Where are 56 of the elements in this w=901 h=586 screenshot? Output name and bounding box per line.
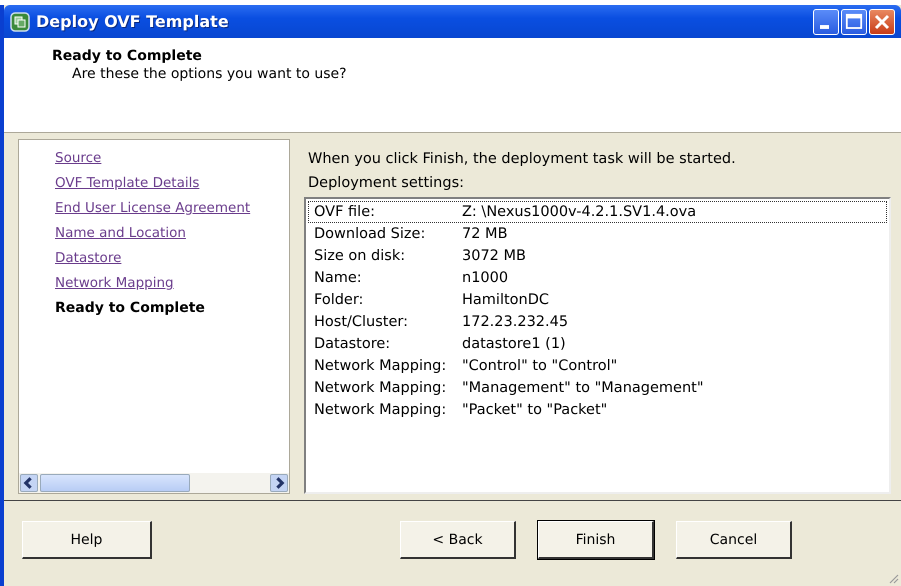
setting-label: Network Mapping: xyxy=(314,380,448,396)
settings-row[interactable]: Host/Cluster: 172.23.232.45 xyxy=(308,311,887,333)
setting-value: 72 MB xyxy=(462,226,508,242)
back-button[interactable]: < Back xyxy=(400,521,516,559)
setting-value: "Management" to "Management" xyxy=(462,380,704,396)
step-link[interactable]: End User License Agreement xyxy=(55,196,289,221)
setting-value: 3072 MB xyxy=(462,248,526,264)
minimize-button[interactable] xyxy=(813,8,839,34)
setting-label: Datastore: xyxy=(314,336,392,352)
settings-row[interactable]: Download Size: 72 MB xyxy=(308,223,887,245)
scroll-right-button[interactable] xyxy=(270,474,288,492)
step-link[interactable]: Datastore xyxy=(55,246,289,271)
setting-label: Download Size: xyxy=(314,226,426,242)
scroll-thumb[interactable] xyxy=(40,474,190,492)
info-text: When you click Finish, the deployment task will be started. xyxy=(308,151,737,167)
settings-row[interactable]: Folder: HamiltonDC xyxy=(308,289,887,311)
current-step: Ready to Complete xyxy=(55,296,289,321)
settings-row[interactable]: Name: n1000 xyxy=(308,267,887,289)
setting-value: 172.23.232.45 xyxy=(462,314,568,330)
setting-value: HamiltonDC xyxy=(462,292,550,308)
finish-button[interactable]: Finish xyxy=(538,521,654,559)
settings-row[interactable]: Network Mapping: "Management" to "Management" xyxy=(308,377,887,399)
setting-value: datastore1 (1) xyxy=(462,336,566,352)
setting-label: OVF file: xyxy=(314,204,376,220)
help-button[interactable]: Help xyxy=(22,521,152,559)
step-link[interactable]: Name and Location xyxy=(55,221,289,246)
step-link[interactable]: Source xyxy=(55,146,289,171)
app-icon xyxy=(10,12,30,32)
settings-row[interactable]: Network Mapping: "Control" to "Control" xyxy=(308,355,887,377)
setting-value: n1000 xyxy=(462,270,508,286)
setting-label: Folder: xyxy=(314,292,364,308)
setting-value: "Control" to "Control" xyxy=(462,358,618,374)
setting-label: Network Mapping: xyxy=(314,358,448,374)
setting-value: "Packet" to "Packet" xyxy=(462,402,608,418)
horizontal-scrollbar[interactable] xyxy=(19,473,289,493)
minimize-icon xyxy=(820,24,829,28)
settings-row[interactable]: Datastore: datastore1 (1) xyxy=(308,333,887,355)
setting-label: Network Mapping: xyxy=(314,402,448,418)
page-subtitle: Are these the options you want to use? xyxy=(71,66,348,82)
cancel-button[interactable]: Cancel xyxy=(676,521,792,559)
settings-label: Deployment settings: xyxy=(308,175,466,191)
scroll-left-button[interactable] xyxy=(20,474,38,492)
step-link[interactable]: OVF Template Details xyxy=(55,171,289,196)
close-button[interactable] xyxy=(869,8,895,34)
resize-grip-icon[interactable] xyxy=(887,572,899,584)
setting-value: Z: \Nexus1000v-4.2.1.SV1.4.ova xyxy=(462,204,696,220)
settings-row[interactable]: Size on disk: 3072 MB xyxy=(308,245,887,267)
focused-row[interactable]: OVF file: Z: \Nexus1000v-4.2.1.SV1.4.ova xyxy=(308,201,887,223)
setting-label: Size on disk: xyxy=(314,248,406,264)
maximize-button[interactable] xyxy=(841,8,867,34)
page-title: Ready to Complete xyxy=(52,48,203,64)
step-link[interactable]: Network Mapping xyxy=(55,271,289,296)
window-title: Deploy OVF Template xyxy=(36,12,230,31)
setting-label: Host/Cluster: xyxy=(314,314,409,330)
setting-label: Name: xyxy=(314,270,363,286)
settings-row[interactable]: Network Mapping: "Packet" to "Packet" xyxy=(308,399,887,421)
